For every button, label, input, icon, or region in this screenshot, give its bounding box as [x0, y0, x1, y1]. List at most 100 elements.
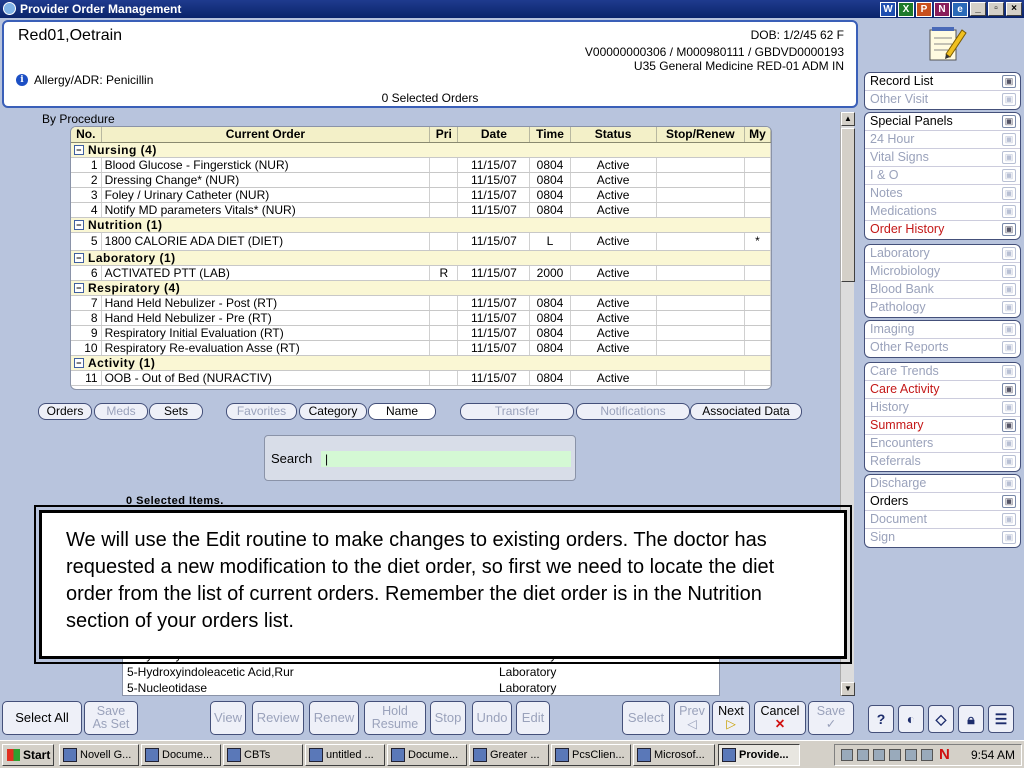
collapse-icon[interactable]: − — [74, 358, 84, 369]
collapse-icon[interactable]: − — [74, 145, 84, 156]
taskbar-button[interactable]: Novell G... — [59, 744, 139, 766]
sidebar-item-special-panels[interactable]: Special Panels ▣ — [865, 113, 1020, 131]
sidebar-item-other-visit[interactable]: Other Visit ▣ — [865, 91, 1020, 109]
group-row[interactable]: − Laboratory (1) — [71, 250, 771, 266]
save-button[interactable]: Save ✓ — [808, 701, 854, 735]
order-row[interactable]: 5 1800 CALORIE ADA DIET (DIET) 11/15/07 L Ac… — [71, 232, 771, 251]
column-header[interactable]: Stop/Renew — [656, 127, 745, 143]
hold-resume-button[interactable]: Hold Resume — [364, 701, 426, 735]
novell-n-icon[interactable]: N — [939, 746, 950, 763]
refresh-icon[interactable]: ◐ — [898, 705, 924, 733]
column-header[interactable]: Current Order — [101, 127, 431, 143]
shield-icon[interactable] — [873, 749, 885, 761]
taskbar-button[interactable]: Microsof... — [633, 744, 715, 766]
order-row[interactable]: 1 Blood Glucose - Fingerstick (NUR) 11/15/… — [71, 157, 771, 173]
tab-category[interactable]: Category — [299, 403, 367, 420]
column-header[interactable]: Pri — [429, 127, 459, 143]
cancel-button[interactable]: Cancel ✕ — [754, 701, 806, 735]
order-row[interactable]: 3 Foley / Urinary Catheter (NUR) 11/15/07 0… — [71, 187, 771, 203]
group-row[interactable]: − Activity (1) — [71, 355, 771, 371]
tab-orders[interactable]: Orders — [38, 403, 92, 420]
start-button[interactable]: Start — [2, 744, 54, 766]
sidebar-item-care-activity[interactable]: Care Activity ▣ — [865, 381, 1020, 399]
sidebar-item-microbiology[interactable]: Microbiology ▣ — [865, 263, 1020, 281]
collapse-icon[interactable]: − — [74, 220, 84, 231]
sidebar-item-vital-signs[interactable]: Vital Signs ▣ — [865, 149, 1020, 167]
column-header[interactable]: Time — [529, 127, 571, 143]
menu-icon[interactable]: ☰ — [988, 705, 1014, 733]
excel-icon[interactable]: X — [898, 1, 914, 17]
sidebar-item-imaging[interactable]: Imaging ▣ — [865, 321, 1020, 339]
tab-sets[interactable]: Sets — [149, 403, 203, 420]
tab-favorites[interactable]: Favorites — [226, 403, 297, 420]
list-item[interactable]: 5-Nucleotidase Laboratory — [127, 681, 556, 695]
review-button[interactable]: Review — [252, 701, 304, 735]
edit-button[interactable]: Edit — [516, 701, 550, 735]
select-all-button[interactable]: Select All — [2, 701, 82, 735]
order-row[interactable]: 11 OOB - Out of Bed (NURACTIV) 11/15/07 080… — [71, 370, 771, 386]
sidebar-item-sign[interactable]: Sign ▣ — [865, 529, 1020, 547]
associated-data-button[interactable]: Associated Data — [690, 403, 802, 420]
scroll-up-arrow-icon[interactable]: ▲ — [841, 112, 855, 126]
order-row[interactable]: 4 Notify MD parameters Vitals* (NUR) 11/15… — [71, 202, 771, 218]
minimize-button[interactable]: _ — [970, 2, 986, 16]
sidebar-item-care-trends[interactable]: Care Trends ▣ — [865, 363, 1020, 381]
sidebar-item-document[interactable]: Document ▣ — [865, 511, 1020, 529]
select-button[interactable]: Select — [622, 701, 670, 735]
scroll-thumb[interactable] — [841, 128, 855, 282]
order-row[interactable]: 6 ACTIVATED PTT (LAB) R 11/15/07 2000 Active — [71, 265, 771, 281]
group-row[interactable]: − Respiratory (4) — [71, 280, 771, 296]
security-icon[interactable] — [921, 749, 933, 761]
scroll-down-arrow-icon[interactable]: ▼ — [841, 682, 855, 696]
sidebar-item-other-reports[interactable]: Other Reports ▣ — [865, 339, 1020, 357]
undo-button[interactable]: Undo — [472, 701, 512, 735]
sidebar-item-medications[interactable]: Medications ▣ — [865, 203, 1020, 221]
list-item[interactable]: 5-Hydroxyindoleacetic Acid,Rur Laboratory — [127, 665, 556, 679]
sidebar-item-orders[interactable]: Orders ▣ — [865, 493, 1020, 511]
info-icon[interactable]: i — [16, 74, 28, 86]
order-row[interactable]: 8 Hand Held Nebulizer - Pre (RT) 11/15/07 0… — [71, 310, 771, 326]
stop-button[interactable]: Stop — [430, 701, 466, 735]
flag-icon[interactable] — [889, 749, 901, 761]
column-header[interactable]: Status — [570, 127, 657, 143]
powerpoint-icon[interactable]: P — [916, 1, 932, 17]
view-button[interactable]: View — [210, 701, 246, 735]
sidebar-item-laboratory[interactable]: Laboratory ▣ — [865, 245, 1020, 263]
help-button[interactable]: ? — [868, 705, 894, 733]
sidebar-item-blood-bank[interactable]: Blood Bank ▣ — [865, 281, 1020, 299]
taskbar-button[interactable]: CBTs — [223, 744, 303, 766]
sidebar-item-discharge[interactable]: Discharge ▣ — [865, 475, 1020, 493]
taskbar-button[interactable]: Provide... — [718, 744, 800, 766]
order-row[interactable]: 7 Hand Held Nebulizer - Post (RT) 11/15/07… — [71, 295, 771, 311]
notifications-button[interactable]: Notifications — [576, 403, 690, 420]
sidebar-item-history[interactable]: History ▣ — [865, 399, 1020, 417]
eraser-icon[interactable]: ◇ — [928, 705, 954, 733]
order-row[interactable]: 9 Respiratory Initial Evaluation (RT) 11/1… — [71, 325, 771, 341]
search-input[interactable] — [321, 451, 571, 467]
tool-icon[interactable] — [905, 749, 917, 761]
sidebar-item-summary[interactable]: Summary ▣ — [865, 417, 1020, 435]
restore-button[interactable]: ▫ — [988, 2, 1004, 16]
taskbar-button[interactable]: Docume... — [387, 744, 467, 766]
collapse-icon[interactable]: − — [74, 283, 84, 294]
sidebar-item-notes[interactable]: Notes ▣ — [865, 185, 1020, 203]
taskbar-button[interactable]: untitled ... — [305, 744, 385, 766]
tab-meds[interactable]: Meds — [94, 403, 148, 420]
column-header[interactable]: No. — [71, 127, 102, 143]
close-button[interactable]: × — [1006, 2, 1022, 16]
tab-name[interactable]: Name — [368, 403, 436, 420]
sidebar-item-encounters[interactable]: Encounters ▣ — [865, 435, 1020, 453]
taskbar-button[interactable]: PcsClien... — [551, 744, 631, 766]
lock-icon[interactable]: 🔒︎ — [958, 705, 984, 733]
printer-icon[interactable] — [841, 749, 853, 761]
group-row[interactable]: − Nursing (4) — [71, 142, 771, 158]
word-icon[interactable]: W — [880, 1, 896, 17]
order-row[interactable]: 2 Dressing Change* (NUR) 11/15/07 0804 Activ… — [71, 172, 771, 188]
next-button[interactable]: Next ▷ — [712, 701, 750, 735]
ie-icon[interactable]: e — [952, 1, 968, 17]
renew-button[interactable]: Renew — [309, 701, 359, 735]
save-as-set-button[interactable]: Save As Set — [84, 701, 138, 735]
network-icon[interactable] — [857, 749, 869, 761]
collapse-icon[interactable]: − — [74, 253, 84, 264]
sidebar-item-24-hour[interactable]: 24 Hour ▣ — [865, 131, 1020, 149]
